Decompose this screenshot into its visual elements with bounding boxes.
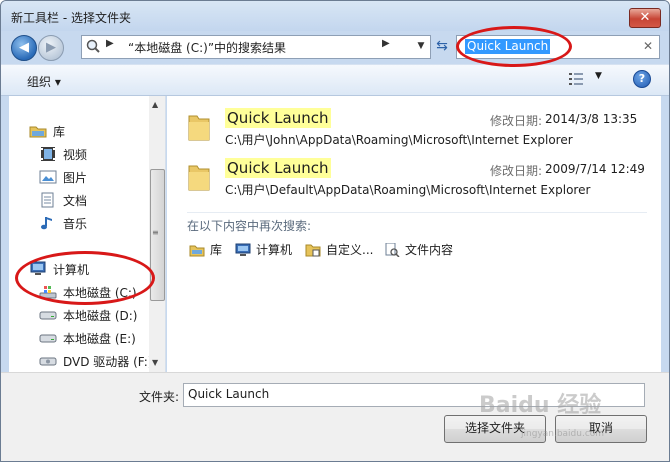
search-again-computer[interactable]: 计算机 [235, 241, 292, 258]
navigation-pane: 库 视频 图片 文档 音乐 计算机 本地磁盘 (C:) 本地磁盘 (D:) 本地… [9, 96, 166, 372]
search-again-custom[interactable]: 自定义... [305, 241, 373, 258]
search-results-pane: Quick Launch C:\用户\John\AppData\Roaming\… [167, 96, 661, 372]
date-label: 修改日期: [490, 164, 543, 178]
search-again-file-contents[interactable]: 文件内容 [384, 241, 453, 258]
search-again-label: 在以下内容中再次搜索: [187, 219, 312, 233]
views-dropdown[interactable]: ▼ [595, 71, 602, 81]
picture-icon [39, 170, 57, 184]
help-icon[interactable]: ? [633, 70, 651, 88]
address-bar[interactable]: ▶ “本地磁盘 (C:)”中的搜索结果 ▶ ▼ [81, 35, 431, 59]
drive-icon [39, 311, 57, 320]
result-path: C:\用户\John\AppData\Roaming\Microsoft\Int… [225, 133, 573, 147]
sidebar-scrollbar[interactable]: ▲ ≡ ▼ [149, 96, 165, 372]
sidebar-item-label: 本地磁盘 (D:) [63, 308, 138, 323]
result-path: C:\用户\Default\AppData\Roaming\Microsoft\… [225, 183, 591, 197]
command-bar: 组织 ▾ ▼ ? [1, 64, 669, 96]
sidebar-item-label: 文档 [63, 193, 88, 208]
computer-icon [235, 243, 251, 256]
location-label: 自定义... [326, 243, 374, 257]
sidebar-item-label: DVD 驱动器 (F:) [63, 354, 153, 369]
search-icon [86, 39, 100, 53]
breadcrumb-arrow[interactable]: ▶ [106, 38, 114, 49]
location-label: 文件内容 [405, 243, 454, 257]
close-button[interactable]: ✕ [629, 8, 661, 28]
back-button[interactable]: ◀ [11, 35, 37, 61]
title-bar[interactable]: 新工具栏 - 选择文件夹 ✕ [1, 1, 669, 31]
scroll-down-arrow[interactable]: ▼ [152, 358, 158, 367]
list-item[interactable]: Quick Launch C:\用户\Default\AppData\Roami… [167, 156, 661, 202]
folder-field-label: 文件夹: [139, 390, 180, 404]
result-name[interactable]: Quick Launch [225, 108, 331, 128]
date-label: 修改日期: [490, 114, 543, 128]
music-icon [41, 217, 52, 230]
breadcrumb-arrow[interactable]: ▶ [382, 38, 390, 49]
date-value: 2009/7/14 12:49 [545, 162, 645, 176]
address-text[interactable]: “本地磁盘 (C:)”中的搜索结果 [128, 39, 286, 56]
sidebar-item-label: 本地磁盘 (E:) [63, 331, 136, 346]
watermark-url: jingyan.baidu.com [521, 429, 605, 439]
refresh-icon[interactable]: ⇆ [433, 36, 451, 56]
organize-menu[interactable]: 组织 ▾ [27, 73, 61, 90]
drive-icon [39, 334, 57, 343]
sidebar-item-label: 库 [53, 124, 66, 139]
library-icon [29, 126, 47, 138]
window-title: 新工具栏 - 选择文件夹 [11, 11, 131, 25]
folder-icon [188, 115, 210, 141]
dialog-window: 新工具栏 - 选择文件夹 ✕ ◀ ▶ ▶ “本地磁盘 (C:)”中的搜索结果 ▶… [0, 0, 670, 462]
annotation-circle-search [456, 26, 572, 67]
clear-search-icon[interactable]: ✕ [643, 39, 653, 53]
sidebar-item-label: 图片 [63, 170, 88, 185]
annotation-circle-drive [15, 251, 155, 305]
address-dropdown[interactable]: ▼ [414, 38, 428, 54]
watermark-logo: Baidu 经验 [479, 393, 602, 418]
sidebar-item-label: 视频 [63, 147, 88, 162]
location-label: 计算机 [256, 243, 293, 257]
file-content-icon [385, 242, 400, 257]
divider [187, 212, 647, 213]
sidebar-item-label: 音乐 [63, 216, 88, 231]
search-again-library[interactable]: 库 [189, 241, 222, 258]
custom-folder-icon [305, 244, 321, 256]
scroll-up-arrow[interactable]: ▲ [152, 100, 158, 109]
dvd-drive-icon [39, 357, 57, 366]
list-item[interactable]: Quick Launch C:\用户\John\AppData\Roaming\… [167, 106, 661, 152]
result-name[interactable]: Quick Launch [225, 158, 331, 178]
views-icon[interactable] [569, 72, 583, 86]
forward-button[interactable]: ▶ [38, 35, 64, 61]
library-icon [189, 245, 205, 256]
folder-icon [188, 165, 210, 191]
folder-name-value[interactable]: Quick Launch [188, 387, 269, 401]
scrollbar-grip-icon: ≡ [152, 228, 159, 237]
document-icon [41, 192, 54, 208]
location-label: 库 [210, 243, 223, 257]
date-value: 2014/3/8 13:35 [545, 112, 638, 126]
video-icon [41, 147, 55, 161]
